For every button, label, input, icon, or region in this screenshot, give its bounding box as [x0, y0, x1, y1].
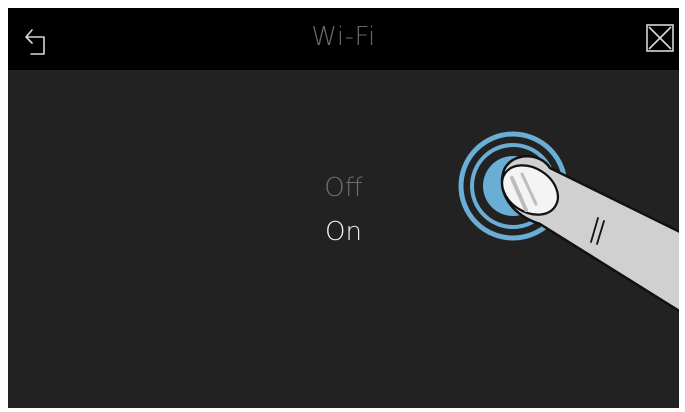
wifi-toggle-picker: Off On — [8, 166, 679, 254]
option-off[interactable]: Off — [284, 166, 404, 210]
close-x-icon[interactable] — [646, 24, 674, 52]
header-bar: Wi-Fi — [8, 8, 679, 70]
option-on[interactable]: On — [284, 210, 404, 254]
page-title: Wi-Fi — [311, 22, 376, 52]
wifi-settings-screen: Wi-Fi Off On — [8, 8, 679, 408]
